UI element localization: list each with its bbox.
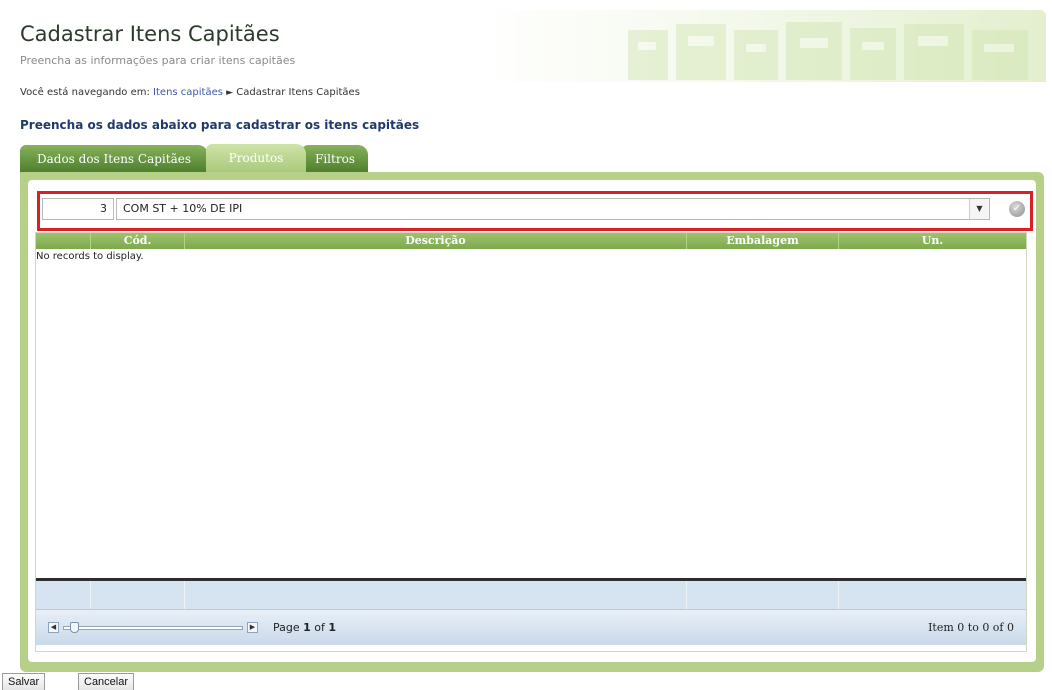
tab-panel-content: 3 COM ST + 10% DE IPI ▼ ✓ Cód. Descrição… — [28, 180, 1036, 662]
footer-separator — [90, 581, 91, 609]
pager-slider-track[interactable] — [63, 626, 243, 630]
pager-next-icon[interactable]: ▶ — [247, 622, 258, 633]
products-grid: Cód. Descrição Embalagem Un. No records … — [35, 232, 1027, 652]
save-button[interactable]: Salvar — [2, 673, 46, 690]
tab-panel: 3 COM ST + 10% DE IPI ▼ ✓ Cód. Descrição… — [20, 172, 1044, 672]
footer-separator — [686, 581, 687, 609]
pager-page-of: of — [314, 621, 325, 634]
grid-header-descricao[interactable]: Descrição — [184, 233, 686, 249]
pager-item-range: Item 0 to 0 of 0 — [928, 621, 1014, 634]
product-code-input[interactable]: 3 — [42, 198, 114, 220]
grid-pager: ◀ ▶ Page 1 of 1 Item 0 to 0 of 0 — [36, 609, 1026, 645]
grid-header-embalagem[interactable]: Embalagem — [686, 233, 838, 249]
tab-produtos[interactable]: Produtos — [206, 144, 306, 173]
logo-watermark — [628, 22, 1028, 80]
grid-header: Cód. Descrição Embalagem Un. — [36, 233, 1026, 249]
footer-separator — [838, 581, 839, 609]
page-title: Cadastrar Itens Capitães — [20, 22, 280, 46]
dropdown-arrow-icon[interactable]: ▼ — [969, 199, 989, 219]
pager-slider-thumb[interactable] — [70, 622, 79, 633]
grid-empty-message: No records to display. — [36, 251, 144, 262]
grid-header-un[interactable]: Un. — [838, 233, 1026, 249]
pager-page-total: 1 — [328, 621, 337, 634]
pager-prev-icon[interactable]: ◀ — [48, 622, 59, 633]
tab-dados-itens-capitaes[interactable]: Dados dos Itens Capitães — [20, 145, 208, 173]
tab-filtros[interactable]: Filtros — [302, 145, 368, 173]
grid-header-select — [36, 233, 90, 249]
footer-separator — [184, 581, 185, 609]
breadcrumb-current: Cadastrar Itens Capitães — [236, 87, 360, 98]
breadcrumb-arrow-icon: ► — [226, 88, 234, 98]
breadcrumb-prefix: Você está navegando em: — [20, 87, 150, 98]
breadcrumb: Você está navegando em: Itens capitães ►… — [20, 87, 360, 98]
header-banner — [10, 10, 1046, 82]
grid-footer-row — [36, 581, 1026, 609]
pager-page-current: 1 — [303, 621, 311, 634]
grid-header-cod[interactable]: Cód. — [90, 233, 184, 249]
section-title: Preencha os dados abaixo para cadastrar … — [20, 118, 420, 132]
pager-page-prefix: Page — [273, 621, 300, 634]
breadcrumb-link-itens-capitaes[interactable]: Itens capitães — [153, 87, 223, 98]
pager-page-label: Page 1 of 1 — [273, 621, 336, 634]
cancel-button[interactable]: Cancelar — [78, 673, 135, 690]
product-description-value: COM ST + 10% DE IPI — [123, 202, 243, 215]
page-subtitle: Preencha as informações para criar itens… — [20, 54, 296, 67]
confirm-check-icon[interactable]: ✓ — [1009, 201, 1025, 217]
product-description-combobox[interactable]: COM ST + 10% DE IPI — [116, 198, 990, 220]
